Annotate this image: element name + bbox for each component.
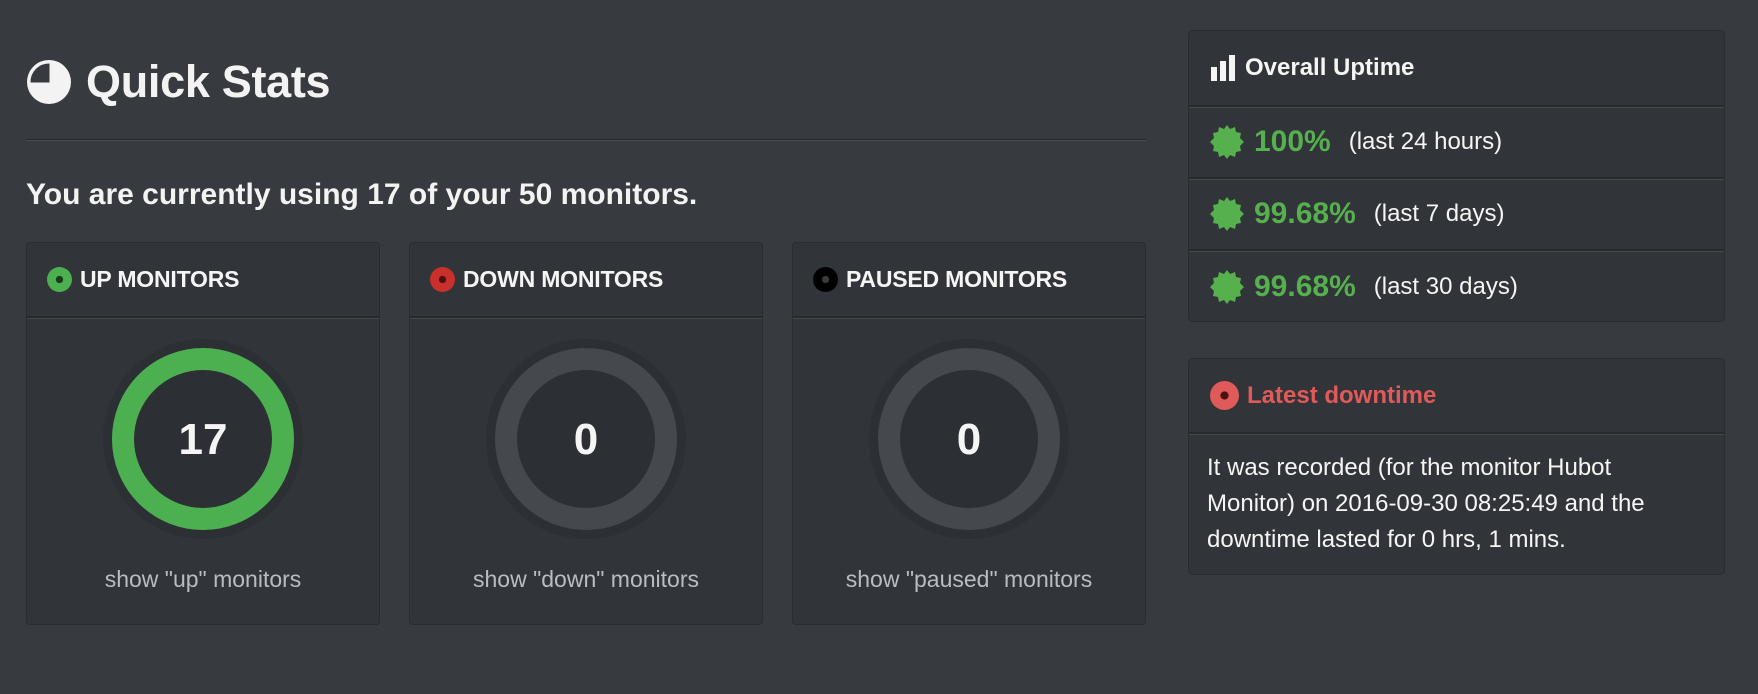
card-header: PAUSED MONITORS xyxy=(793,243,1145,318)
up-monitors-count: 17 xyxy=(178,415,228,464)
card-header: UP MONITORS xyxy=(27,243,379,318)
panel-header: Latest downtime xyxy=(1189,359,1724,434)
pie-chart-icon xyxy=(27,60,71,104)
panel-header: Overall Uptime xyxy=(1189,31,1724,107)
uptime-value: 99.68% xyxy=(1254,270,1356,303)
panel-title: Latest downtime xyxy=(1247,381,1437,409)
paused-monitors-card: PAUSED MONITORS 0 show "paused" monitors xyxy=(792,242,1146,625)
uptime-period: (last 7 days) xyxy=(1373,200,1505,227)
status-down-dot-icon xyxy=(430,267,455,292)
down-monitors-card: DOWN MONITORS 0 show "down" monitors xyxy=(409,242,763,625)
panel-title: Overall Uptime xyxy=(1245,54,1415,81)
down-monitors-count: 0 xyxy=(573,415,599,464)
show-up-monitors-link[interactable]: show "up" monitors xyxy=(27,566,379,593)
card-title: DOWN MONITORS xyxy=(463,266,664,292)
dashboard: Quick Stats You are currently using 17 o… xyxy=(0,0,1758,694)
seal-check-icon xyxy=(1210,125,1244,159)
card-title: PAUSED MONITORS xyxy=(846,266,1068,292)
downtime-description: It was recorded (for the monitor Hubot M… xyxy=(1207,454,1645,553)
uptime-row-24h: 100% (last 24 hours) xyxy=(1189,107,1724,179)
uptime-period: (last 24 hours) xyxy=(1348,128,1503,155)
card-title: UP MONITORS xyxy=(80,266,240,292)
status-up-dot-icon xyxy=(47,267,72,292)
header-divider xyxy=(26,139,1146,141)
status-paused-dot-icon xyxy=(813,267,838,292)
show-down-monitors-link[interactable]: show "down" monitors xyxy=(410,566,762,593)
status-down-dot-icon xyxy=(1210,381,1239,410)
card-header: DOWN MONITORS xyxy=(410,243,762,318)
show-paused-monitors-link[interactable]: show "paused" monitors xyxy=(793,566,1145,593)
uptime-row-7d: 99.68% (last 7 days) xyxy=(1189,179,1724,251)
quick-stats-header: Quick Stats xyxy=(26,56,331,108)
uptime-row-30d: 99.68% (last 30 days) xyxy=(1189,251,1724,323)
up-monitors-card: UP MONITORS 17 show "up" monitors xyxy=(26,242,380,625)
uptime-period: (last 30 days) xyxy=(1373,273,1518,300)
seal-check-icon xyxy=(1210,270,1244,304)
usage-summary: You are currently using 17 of your 50 mo… xyxy=(26,178,698,211)
seal-check-icon xyxy=(1210,197,1244,231)
paused-monitors-count: 0 xyxy=(956,415,982,464)
latest-downtime-panel: Latest downtime It was recorded (for the… xyxy=(1188,358,1725,575)
page-title: Quick Stats xyxy=(86,56,331,107)
uptime-value: 100% xyxy=(1254,125,1331,158)
overall-uptime-panel: Overall Uptime 100% (last 24 hours) 99.6… xyxy=(1188,30,1725,322)
uptime-value: 99.68% xyxy=(1254,197,1356,230)
bar-chart-icon xyxy=(1211,55,1235,81)
